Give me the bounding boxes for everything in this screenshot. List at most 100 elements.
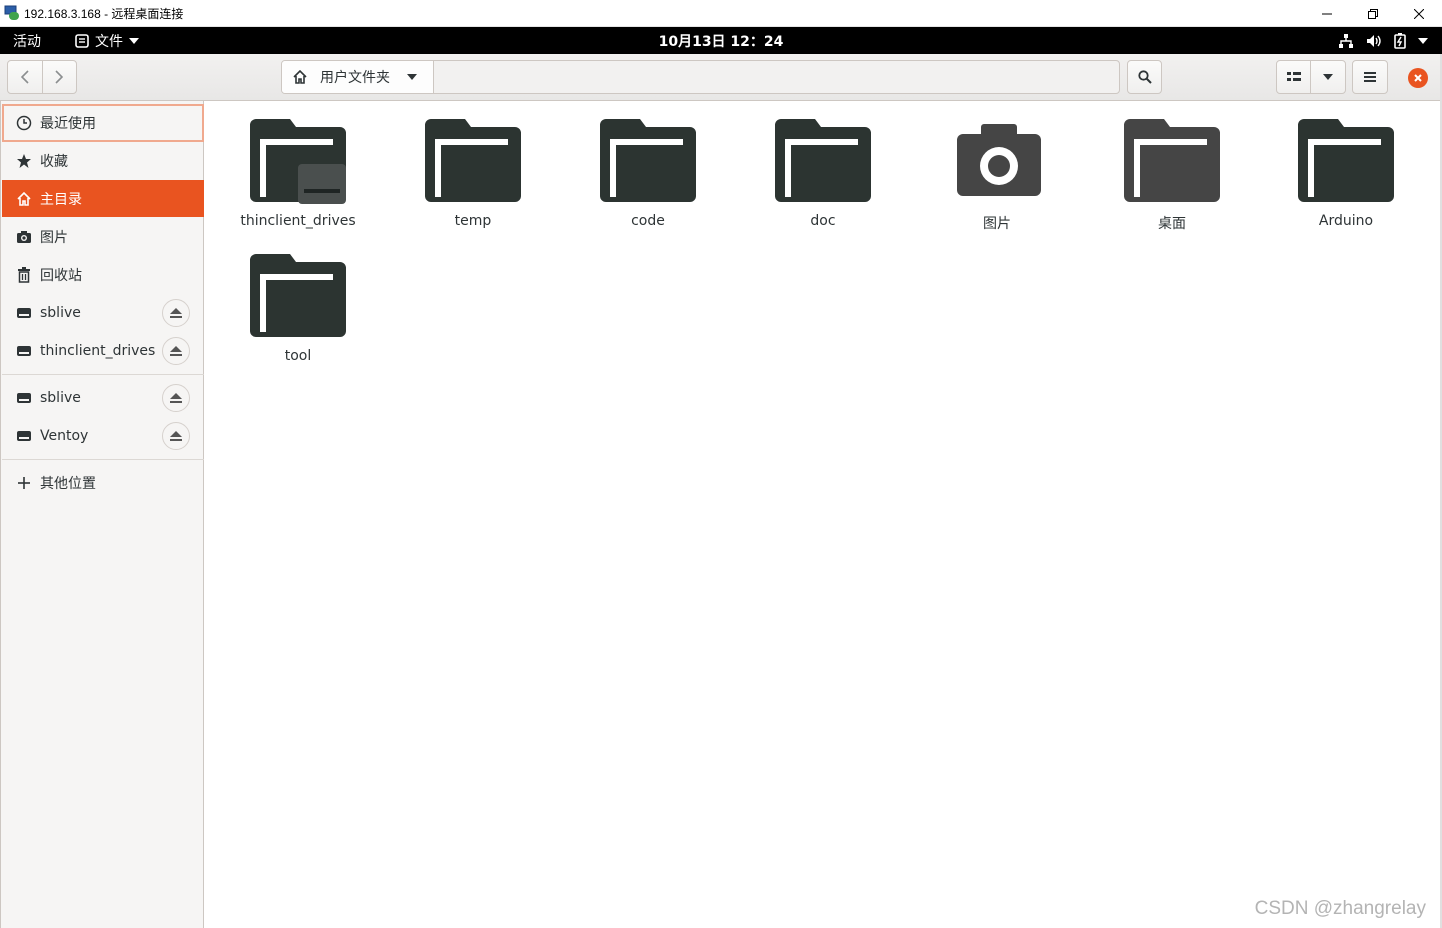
sidebar-item-trash[interactable]: 回收站 [2, 256, 204, 294]
sidebar-item-device-sblive[interactable]: sblive [2, 379, 204, 417]
drive-icon [16, 428, 32, 444]
path-home-button[interactable]: 用户文件夹 [282, 61, 434, 93]
folder-icon [425, 119, 521, 202]
trash-icon [16, 267, 32, 283]
file-name: Arduino [1318, 213, 1374, 229]
watermark: CSDN @zhangrelay [1254, 898, 1426, 919]
restore-button[interactable] [1350, 0, 1396, 27]
sidebar-item-home[interactable]: 主目录 [2, 180, 204, 217]
sidebar-item-mount-sblive[interactable]: sblive [2, 294, 204, 332]
sidebar-item-recent[interactable]: 最近使用 [2, 104, 204, 142]
rdp-title-bar: 192.168.3.168 - 远程桌面连接 [0, 0, 1442, 27]
system-tray[interactable] [1338, 27, 1428, 54]
eject-icon [170, 393, 182, 403]
files-app-icon [75, 33, 89, 48]
restore-icon [1368, 8, 1378, 19]
back-button[interactable] [8, 61, 42, 93]
close-window-button[interactable] [1396, 0, 1442, 27]
home-icon [293, 70, 307, 84]
drive-icon [16, 305, 32, 321]
file-name: code [631, 213, 665, 229]
sidebar-item-label: 图片 [40, 230, 68, 246]
path-bar[interactable]: 用户文件夹 [281, 60, 1120, 94]
sidebar-item-label: 其他位置 [40, 476, 96, 492]
volume-icon [1367, 34, 1381, 47]
file-item-temp[interactable]: temp [393, 118, 553, 229]
path-home-label: 用户文件夹 [320, 70, 390, 86]
close-icon [1414, 74, 1422, 82]
remote-desktop-icon [4, 5, 19, 20]
go-forward-icon [55, 70, 64, 84]
search-button[interactable] [1127, 60, 1162, 94]
sidebar-item-label: sblive [40, 390, 81, 406]
plus-icon [16, 475, 32, 491]
file-item-code[interactable]: code [568, 118, 728, 229]
file-icon-view[interactable]: thinclient_drives temp code doc 图片 桌面 Ar… [205, 101, 1440, 928]
view-toggle-button[interactable] [1276, 60, 1311, 94]
clock-icon [16, 115, 32, 131]
app-menu-label: 文件 [95, 33, 123, 50]
sidebar-item-label: thinclient_drives [40, 343, 156, 359]
file-item-desktop[interactable]: 桌面 [1092, 118, 1252, 233]
eject-button[interactable] [162, 337, 190, 365]
window-title: 192.168.3.168 - 远程桌面连接 [24, 6, 184, 21]
file-item-arduino[interactable]: Arduino [1266, 118, 1426, 229]
file-item-tool[interactable]: tool [218, 253, 378, 364]
star-icon [16, 153, 32, 169]
sidebar-item-other-locations[interactable]: 其他位置 [2, 464, 204, 502]
chevron-down-icon [407, 74, 417, 80]
folder-icon [775, 119, 871, 202]
file-name: doc [810, 213, 836, 229]
battery-icon [1394, 32, 1406, 49]
file-name: 桌面 [1158, 216, 1186, 232]
app-menu-button[interactable]: 文件 [75, 31, 139, 51]
camera-icon [16, 229, 32, 245]
drive-icon [16, 390, 32, 406]
folder-icon [1298, 119, 1394, 202]
activities-button[interactable]: 活动 [13, 31, 41, 51]
eject-icon [170, 308, 182, 318]
sidebar-item-label: Ventoy [40, 428, 89, 444]
eject-icon [170, 431, 182, 441]
sidebar-item-label: 最近使用 [40, 116, 96, 132]
minimize-button[interactable] [1304, 0, 1350, 27]
sidebar-item-starred[interactable]: 收藏 [2, 142, 204, 180]
file-name: 图片 [983, 216, 1011, 232]
gnome-top-bar: 活动 文件 10月13日 12：24 [0, 27, 1442, 54]
folder-remote-icon [250, 119, 346, 204]
sidebar-item-label: 收藏 [40, 154, 68, 170]
file-item-thinclient-drives[interactable]: thinclient_drives [218, 118, 378, 229]
eject-button[interactable] [162, 299, 190, 327]
close-icon [1414, 8, 1424, 19]
view-list-icon [1286, 72, 1301, 81]
folder-desktop-icon [1124, 119, 1220, 202]
file-item-pictures[interactable]: 图片 [917, 118, 1077, 233]
file-item-doc[interactable]: doc [743, 118, 903, 229]
chevron-down-icon [1323, 74, 1333, 80]
sidebar-separator [2, 374, 204, 375]
minimize-icon [1322, 13, 1332, 14]
folder-pictures-icon [957, 124, 1041, 196]
forward-button[interactable] [41, 61, 76, 93]
close-app-button[interactable] [1408, 68, 1428, 88]
sidebar-item-label: 主目录 [40, 191, 82, 208]
folder-icon [600, 119, 696, 202]
clock[interactable]: 10月13日 12：24 [0, 31, 1442, 51]
file-name: thinclient_drives [240, 213, 356, 229]
view-options-button[interactable] [1310, 60, 1346, 94]
eject-button[interactable] [162, 422, 190, 450]
sidebar-item-device-ventoy[interactable]: Ventoy [2, 417, 204, 455]
file-name: temp [454, 213, 492, 229]
sidebar-item-pictures[interactable]: 图片 [2, 218, 204, 256]
eject-button[interactable] [162, 384, 190, 412]
hamburger-menu-icon [1364, 72, 1376, 82]
search-icon [1137, 70, 1152, 84]
folder-icon [250, 254, 346, 337]
main-menu-button[interactable] [1352, 60, 1388, 94]
header-bar: 用户文件夹 [0, 54, 1442, 101]
sidebar-item-mount-thinclient-drives[interactable]: thinclient_drives [2, 332, 204, 370]
chevron-down-icon [1418, 37, 1428, 44]
drive-icon [16, 343, 32, 359]
chevron-down-icon [129, 37, 139, 44]
network-icon [1339, 33, 1353, 48]
